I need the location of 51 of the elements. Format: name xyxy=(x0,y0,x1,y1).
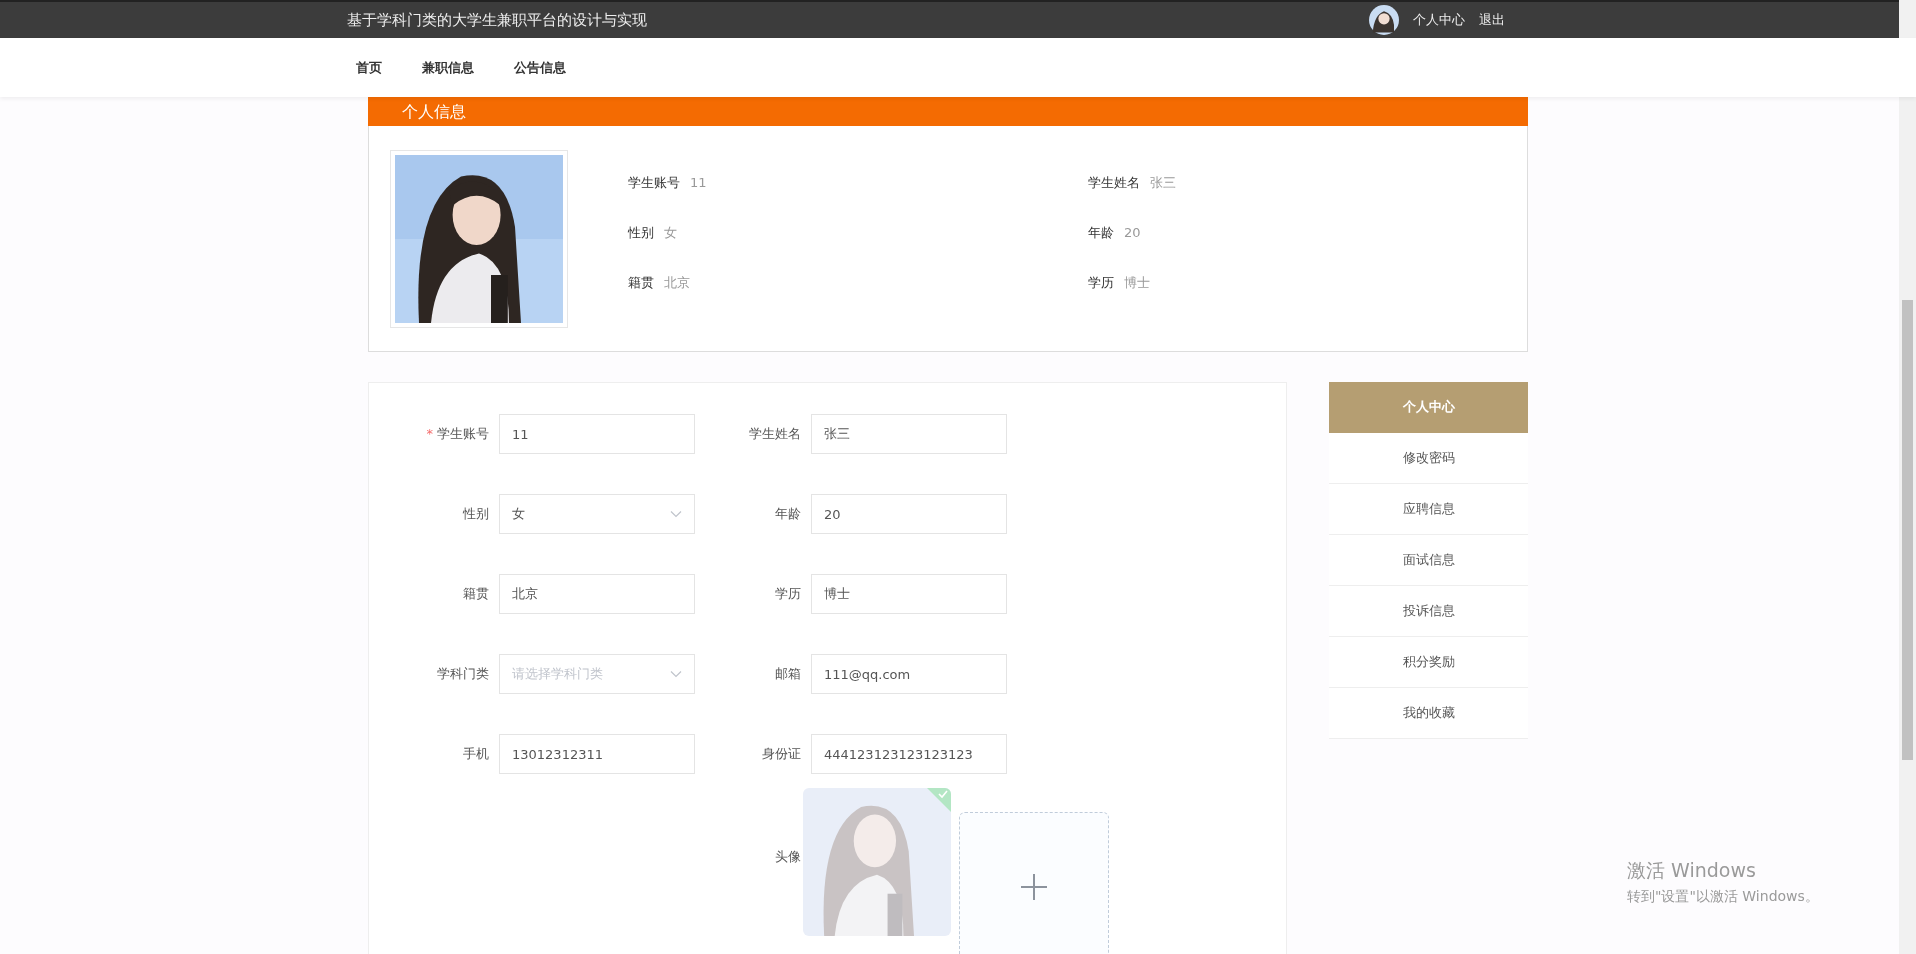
info-value: 女 xyxy=(664,224,677,242)
check-badge-icon xyxy=(927,788,951,812)
nav-link[interactable]: 公告信息 xyxy=(514,58,566,77)
scrollbar[interactable] xyxy=(1899,0,1916,954)
upload-button[interactable] xyxy=(959,812,1109,954)
info-label: 学历 xyxy=(1088,274,1114,292)
info-label: 学生姓名 xyxy=(1088,174,1140,192)
form-label: 手机 xyxy=(463,746,489,761)
form-label: 学生账号 xyxy=(437,426,489,441)
select-value: 女 xyxy=(512,505,525,523)
site-title: 基于学科门类的大学生兼职平台的设计与实现 xyxy=(347,10,647,30)
info-label: 籍贯 xyxy=(628,274,654,292)
info-label: 性别 xyxy=(628,224,654,242)
top-link[interactable]: 个人中心 xyxy=(1413,11,1465,29)
info-value: 11 xyxy=(690,174,707,192)
info-value: 北京 xyxy=(664,274,690,292)
input-field[interactable]: 张三 xyxy=(811,414,1007,454)
form-label: 身份证 xyxy=(762,746,801,761)
form-label: 邮箱 xyxy=(775,666,801,681)
nav-link[interactable]: 兼职信息 xyxy=(422,58,474,77)
input-field[interactable]: 444123123123123123 xyxy=(811,734,1007,774)
input-field[interactable]: 北京 xyxy=(499,574,695,614)
plus-icon xyxy=(1020,873,1048,901)
input-field[interactable]: 博士 xyxy=(811,574,1007,614)
info-label: 年龄 xyxy=(1088,224,1114,242)
form-label: 学历 xyxy=(775,586,801,601)
avatar-icon[interactable] xyxy=(1369,5,1399,35)
form-label: 头像 xyxy=(774,848,801,866)
info-value: 博士 xyxy=(1124,274,1150,292)
select-field[interactable]: 女 xyxy=(499,494,695,534)
form-label: 年龄 xyxy=(775,506,801,521)
nav-link[interactable]: 首页 xyxy=(356,58,382,77)
info-value: 张三 xyxy=(1150,174,1176,192)
info-value: 20 xyxy=(1124,224,1141,242)
chevron-down-icon xyxy=(670,670,682,678)
form-label: 学科门类 xyxy=(437,666,489,681)
input-field[interactable]: 20 xyxy=(811,494,1007,534)
form-label: 籍贯 xyxy=(463,586,489,601)
scrollbar-thumb[interactable] xyxy=(1902,300,1913,760)
section-title: 个人信息 xyxy=(402,101,466,123)
input-field[interactable]: 111@qq.com xyxy=(811,654,1007,694)
activation-title: 激活 Windows xyxy=(1627,858,1757,883)
form-label: 学生姓名 xyxy=(749,426,801,441)
activation-hint: 转到"设置"以激活 Windows。 xyxy=(1627,888,1819,906)
info-label: 学生账号 xyxy=(628,174,680,192)
top-link[interactable]: 退出 xyxy=(1479,11,1505,29)
form-label: 性别 xyxy=(463,506,489,521)
input-field[interactable]: 13012312311 xyxy=(499,734,695,774)
required-mark: * xyxy=(426,426,433,441)
input-field[interactable]: 11 xyxy=(499,414,695,454)
chevron-down-icon xyxy=(670,510,682,518)
